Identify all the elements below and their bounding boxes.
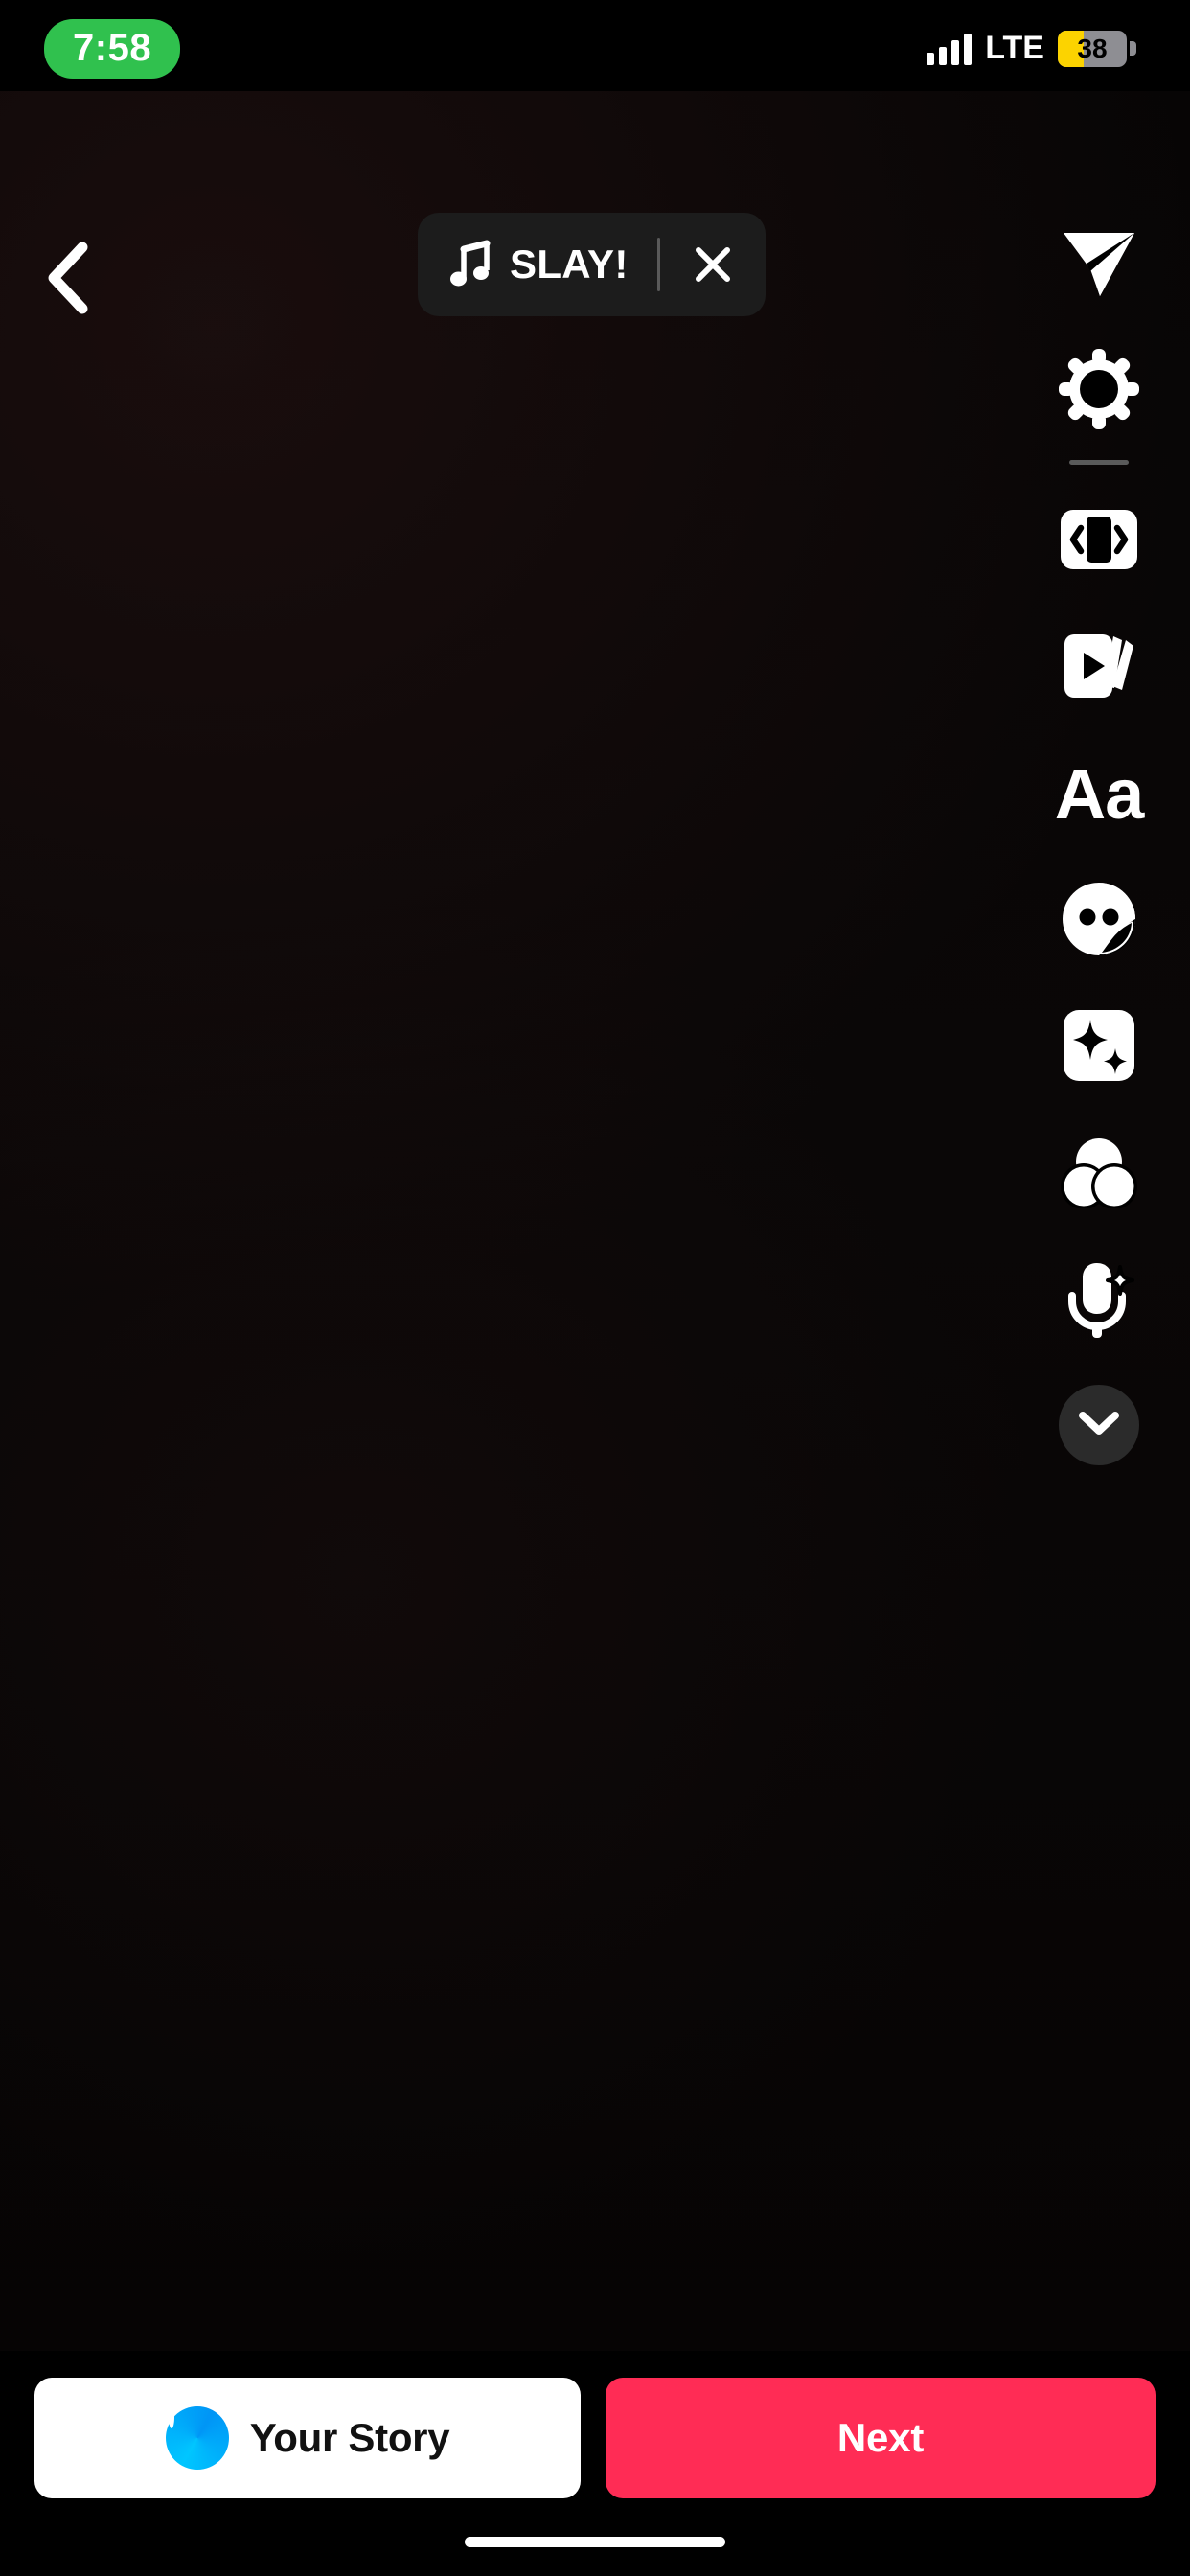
sticker-face-icon bbox=[1061, 881, 1137, 962]
music-track-pill[interactable]: SLAY! bbox=[418, 213, 766, 316]
sticker-button[interactable] bbox=[1036, 858, 1162, 984]
status-time-pill: 7:58 bbox=[44, 18, 181, 79]
network-type-label: LTE bbox=[985, 30, 1044, 66]
battery-icon: 38 bbox=[1058, 30, 1127, 67]
story-editor-screen: 7:58 LTE 38 SLAY! Aa Your Story Next bbox=[0, 0, 1190, 2576]
music-note-icon bbox=[450, 240, 492, 289]
layout-cards-icon bbox=[1059, 631, 1139, 706]
music-pill-divider bbox=[656, 238, 660, 291]
voice-effects-button[interactable] bbox=[1036, 1237, 1162, 1364]
filters-button[interactable] bbox=[1036, 1111, 1162, 1237]
paper-plane-icon bbox=[1058, 221, 1140, 309]
status-right-group: LTE 38 bbox=[927, 30, 1136, 67]
home-indicator-bar[interactable] bbox=[465, 2537, 725, 2547]
music-track-title: SLAY! bbox=[510, 242, 629, 287]
signal-bars-icon bbox=[927, 33, 973, 65]
back-button[interactable] bbox=[27, 238, 107, 318]
next-label: Next bbox=[836, 2415, 925, 2460]
chevron-left-icon bbox=[44, 242, 90, 314]
boomerang-icon bbox=[1061, 509, 1137, 574]
three-circles-icon bbox=[1060, 1136, 1138, 1213]
your-story-button[interactable]: Your Story bbox=[34, 2378, 581, 2498]
settings-button[interactable] bbox=[1036, 328, 1162, 454]
battery-cap bbox=[1130, 41, 1136, 56]
sparkles-icon bbox=[1064, 1009, 1134, 1086]
microphone-sparkle-icon bbox=[1061, 1257, 1137, 1345]
text-aa-icon: Aa bbox=[1054, 754, 1145, 834]
gear-icon bbox=[1059, 348, 1139, 434]
share-send-button[interactable] bbox=[1036, 201, 1162, 328]
next-button[interactable]: Next bbox=[606, 2378, 1156, 2498]
battery-percent-label: 38 bbox=[1077, 33, 1108, 63]
editor-toolbar: Aa bbox=[1008, 201, 1190, 1465]
avatar-image bbox=[168, 2406, 174, 2428]
status-bar: 7:58 LTE 38 bbox=[0, 0, 1190, 91]
music-close-button[interactable] bbox=[689, 241, 737, 288]
avatar bbox=[165, 2406, 229, 2470]
layout-button[interactable] bbox=[1036, 605, 1162, 731]
text-tool-button[interactable]: Aa bbox=[1036, 731, 1162, 858]
chevron-down-icon bbox=[1079, 1410, 1119, 1441]
toolbar-divider bbox=[1069, 460, 1129, 465]
effects-button[interactable] bbox=[1036, 984, 1162, 1111]
collapse-toolbar-button[interactable] bbox=[1059, 1385, 1139, 1465]
boomerang-button[interactable] bbox=[1036, 478, 1162, 605]
close-x-icon bbox=[695, 247, 730, 282]
your-story-label: Your Story bbox=[249, 2415, 450, 2460]
